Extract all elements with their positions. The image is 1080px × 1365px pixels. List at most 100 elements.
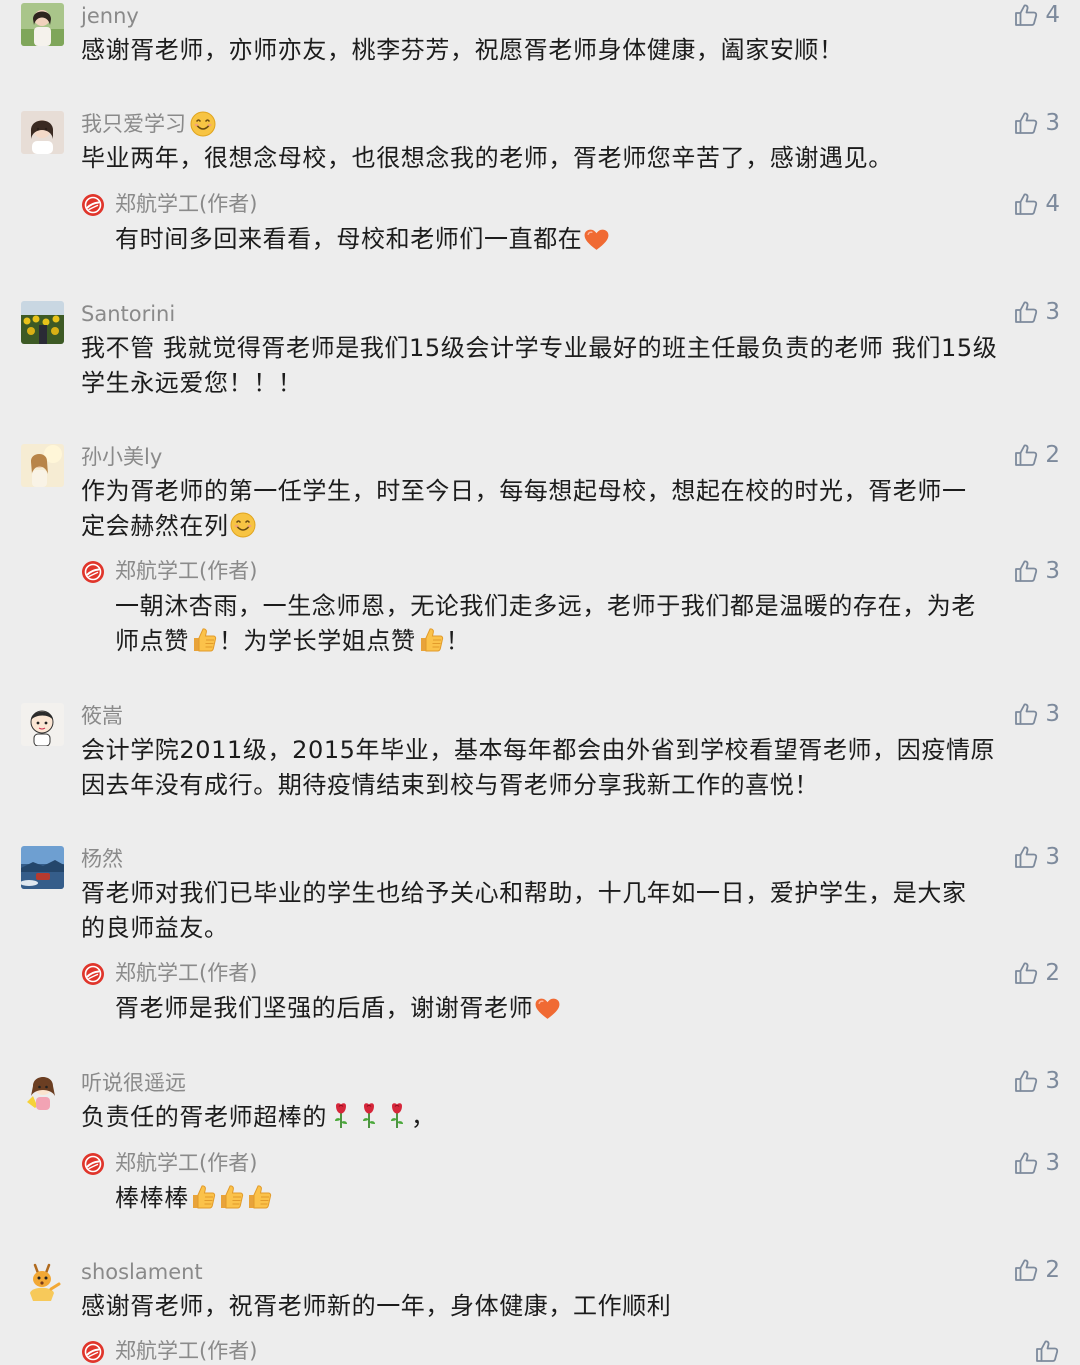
like-button[interactable]: 3 xyxy=(1013,298,1060,326)
like-count: 2 xyxy=(1045,442,1060,468)
author-name[interactable]: 郑航学工(作者) xyxy=(115,1149,257,1177)
author-name[interactable]: 郑航学工(作者) xyxy=(115,557,257,585)
heart-emoji-icon xyxy=(534,997,561,1020)
author-name[interactable]: 郑航学工(作者) xyxy=(115,1337,257,1365)
commenter-name-row: 我只爱学习 xyxy=(81,110,217,138)
comment-text-tail: ， xyxy=(411,1103,436,1131)
author-logo-icon xyxy=(81,1152,105,1176)
thumbs-up-icon xyxy=(1013,1068,1039,1094)
like-button[interactable]: 3 xyxy=(1013,700,1060,728)
author-logo-icon xyxy=(81,560,105,584)
author-name[interactable]: 郑航学工(作者) xyxy=(115,190,257,218)
commenter-name[interactable]: 听说很遥远 xyxy=(81,1069,186,1097)
comment-text-line: 的良师益友。 xyxy=(81,914,229,942)
commenter-name[interactable]: jenny xyxy=(81,2,139,30)
rose-emoji-icon xyxy=(387,1101,407,1129)
reply-text-body: ！为学长学姐点赞 xyxy=(218,627,416,655)
comment-text-body: 定会赫然在列 xyxy=(81,512,229,540)
thumbs-up-icon xyxy=(1013,844,1039,870)
reply-text-body: 胥老师是我们坚强的后盾，谢谢胥老师 xyxy=(115,994,534,1022)
thumbs-up-icon xyxy=(1013,2,1039,28)
reply-text: 有时间多回来看看，母校和老师们一直都在 xyxy=(115,222,1050,257)
comment-text: 胥老师对我们已毕业的学生也给予关心和帮助，十几年如一日，爱护学生，是大家 的良师… xyxy=(81,876,1056,946)
like-count: 3 xyxy=(1045,558,1060,584)
cartoon-avatar[interactable] xyxy=(21,703,64,746)
thumbs-up-icon xyxy=(1013,191,1039,217)
like-button[interactable]: 2 xyxy=(1013,441,1060,469)
thumbs-up-icon xyxy=(1013,558,1039,584)
like-count: 2 xyxy=(1045,960,1060,986)
thumbs-up-icon xyxy=(1013,1257,1039,1283)
like-button[interactable]: 4 xyxy=(1013,1,1060,29)
author-logo-icon xyxy=(81,193,105,217)
like-button[interactable]: 3 xyxy=(1013,557,1060,585)
comment-text: 作为胥老师的第一任学生，时至今日，每每想起母校，想起在校的时光，胥老师一 定会赫… xyxy=(81,474,1056,544)
reply-text-line: 师点赞 ！为学长学姐点赞 ！ xyxy=(115,624,1050,659)
comment-text: 感谢胥老师，祝胥老师新的一年，身体健康，工作顺利 xyxy=(81,1292,672,1320)
rose-emoji-icon xyxy=(359,1101,379,1129)
comment-text-line: 学生永远爱您！！！ xyxy=(81,369,303,397)
commenter-name[interactable]: 我只爱学习 xyxy=(81,112,186,136)
like-button[interactable]: 3 xyxy=(1013,843,1060,871)
cartoon-girl-avatar[interactable] xyxy=(21,1070,64,1113)
like-count: 3 xyxy=(1045,1150,1060,1176)
comment-text: 负责任的胥老师超棒的 ， xyxy=(81,1100,1056,1135)
portrait-avatar[interactable] xyxy=(21,444,64,487)
like-button[interactable]: 3 xyxy=(1013,109,1060,137)
reply-text-body: 师点赞 xyxy=(115,627,189,655)
thumbs-up-emoji-icon xyxy=(190,625,218,653)
comment-text-line: 胥老师对我们已毕业的学生也给予关心和帮助，十几年如一日，爱护学生，是大家 xyxy=(81,879,967,907)
like-button[interactable]: 3 xyxy=(1013,1067,1060,1095)
thumbs-up-icon xyxy=(1034,1338,1060,1364)
like-button[interactable] xyxy=(1034,1337,1060,1365)
smile-emoji-icon xyxy=(190,111,216,137)
portrait-avatar[interactable] xyxy=(21,111,64,154)
rose-emoji-icon xyxy=(331,1101,351,1129)
like-count: 4 xyxy=(1045,191,1060,217)
like-button[interactable]: 3 xyxy=(1013,1149,1060,1177)
landscape-avatar[interactable] xyxy=(21,846,64,889)
deer-avatar[interactable] xyxy=(21,1259,64,1302)
reply-text: 一朝沐杏雨，一生念师恩，无论我们走多远，老师于我们都是温暖的存在，为老 师点赞 ！… xyxy=(115,589,1050,659)
comment-text-line: 作为胥老师的第一任学生，时至今日，每每想起母校，想起在校的时光，胥老师一 xyxy=(81,477,967,505)
comment-text: 我不管 我就觉得胥老师是我们15级会计学专业最好的班主任最负责的老师 我们15级… xyxy=(81,331,1056,401)
comment-text-line: 我不管 我就觉得胥老师是我们15级会计学专业最好的班主任最负责的老师 我们15级 xyxy=(81,334,998,362)
like-count: 3 xyxy=(1045,701,1060,727)
thumbs-up-icon xyxy=(1013,701,1039,727)
comment-text-line: 因去年没有成行。期待疫情结束到校与胥老师分享我新工作的喜悦！ xyxy=(81,771,819,799)
reply-text-body: ！ xyxy=(445,627,471,655)
like-button[interactable]: 2 xyxy=(1013,959,1060,987)
reply-text: 棒棒棒 xyxy=(115,1181,1050,1216)
like-count: 3 xyxy=(1045,844,1060,870)
reply-text: 胥老师是我们坚强的后盾，谢谢胥老师 xyxy=(115,991,1050,1026)
comment-text: 毕业两年，很想念母校，也很想念我的老师，胥老师您辛苦了，感谢遇见。 xyxy=(81,144,893,172)
heart-emoji-icon xyxy=(583,228,610,251)
commenter-name[interactable]: 孙小美ly xyxy=(81,443,162,471)
comment-text: 会计学院2011级，2015年毕业，基本每年都会由外省到学校看望胥老师，因疫情原… xyxy=(81,733,1056,803)
reply-text-body: 棒棒棒 xyxy=(115,1184,189,1212)
commenter-name[interactable]: 杨然 xyxy=(81,845,123,873)
thumbs-up-icon xyxy=(1013,299,1039,325)
sunflower-avatar[interactable] xyxy=(21,301,64,344)
like-count: 3 xyxy=(1045,110,1060,136)
like-button[interactable]: 2 xyxy=(1013,1256,1060,1284)
commenter-name[interactable]: shoslament xyxy=(81,1258,203,1286)
thumbs-up-icon xyxy=(1013,442,1039,468)
thumbs-up-emoji-icon xyxy=(245,1182,273,1210)
thumbs-up-emoji-icon xyxy=(217,1182,245,1210)
like-count: 4 xyxy=(1045,2,1060,28)
thumbs-up-emoji-icon xyxy=(417,625,445,653)
thumbs-up-emoji-icon xyxy=(189,1182,217,1210)
reply-text-body: 有时间多回来看看，母校和老师们一直都在 xyxy=(115,225,583,253)
like-button[interactable]: 4 xyxy=(1013,190,1060,218)
thumbs-up-icon xyxy=(1013,1150,1039,1176)
thumbs-up-icon xyxy=(1013,110,1039,136)
smile-emoji-icon xyxy=(230,512,256,538)
commenter-name[interactable]: 筱嵩 xyxy=(81,702,123,730)
like-count: 3 xyxy=(1045,299,1060,325)
author-logo-icon xyxy=(81,962,105,986)
commenter-name[interactable]: Santorini xyxy=(81,300,175,328)
author-name[interactable]: 郑航学工(作者) xyxy=(115,959,257,987)
portrait-avatar[interactable] xyxy=(21,3,64,46)
comment-text-line: 会计学院2011级，2015年毕业，基本每年都会由外省到学校看望胥老师，因疫情原 xyxy=(81,736,996,764)
